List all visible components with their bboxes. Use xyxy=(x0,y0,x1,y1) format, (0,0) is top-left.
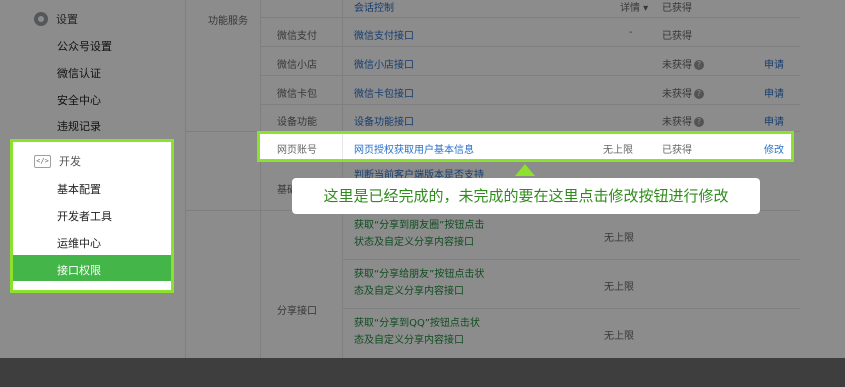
limit-text: 无上限 xyxy=(604,331,634,342)
divider xyxy=(260,75,800,76)
help-icon[interactable]: ? xyxy=(694,60,704,70)
type-wechat-pay: 微信支付 xyxy=(277,31,317,42)
settings-group: 设置 xyxy=(34,11,78,27)
apply-button[interactable]: 申请 xyxy=(764,56,784,71)
sidebar-item-account-settings[interactable]: 公众号设置 xyxy=(57,38,112,54)
group-function-services: 功能服务 xyxy=(208,16,248,27)
api-share-moments[interactable]: 获取“分享到朋友圈”按钮点击 状态及自定义分享内容接口 xyxy=(354,217,484,251)
limit-text: 无上限 xyxy=(604,233,634,244)
api-session-control[interactable]: 会话控制 xyxy=(354,0,394,14)
api-wechat-store[interactable]: 微信小店接口 xyxy=(354,56,414,71)
highlight-frame-row xyxy=(257,131,794,162)
divider xyxy=(260,17,800,18)
overlay-bottom xyxy=(0,358,845,387)
sidebar-item-security[interactable]: 安全中心 xyxy=(57,92,101,108)
divider xyxy=(260,104,800,105)
highlight-frame-sidebar xyxy=(10,139,174,293)
api-share-qq[interactable]: 获取“分享到QQ”按钮点击状 态及自定义分享内容接口 xyxy=(354,315,480,349)
limit-text: 无上限 xyxy=(604,282,634,293)
limit-text: - xyxy=(629,27,633,38)
guide-tooltip: 这里是已经完成的，未完成的要在这里点击修改按钮进行修改 xyxy=(292,178,760,214)
type-device: 设备功能 xyxy=(277,117,317,128)
sidebar-item-verification[interactable]: 微信认证 xyxy=(57,65,101,81)
divider xyxy=(342,259,800,260)
group-share: 分享接口 xyxy=(277,306,317,317)
status-text: 未获得? xyxy=(662,85,704,100)
settings-label: 设置 xyxy=(56,13,78,26)
details-dropdown[interactable]: 详情 ▾ xyxy=(620,0,648,14)
sidebar-item-violations[interactable]: 违规记录 xyxy=(57,118,101,134)
status-text: 已获得 xyxy=(662,31,692,42)
status-text: 未获得? xyxy=(662,56,704,71)
type-wechat-card: 微信卡包 xyxy=(277,89,317,100)
status-text: 已获得 xyxy=(662,3,692,14)
status-text: 未获得? xyxy=(662,113,704,128)
type-wechat-store: 微信小店 xyxy=(277,60,317,71)
divider xyxy=(260,0,261,387)
help-icon[interactable]: ? xyxy=(694,89,704,99)
divider xyxy=(342,308,800,309)
api-share-friend[interactable]: 获取“分享给朋友”按钮点击状 态及自定义分享内容接口 xyxy=(354,266,484,300)
tooltip-arrow xyxy=(515,164,535,176)
api-wechat-pay[interactable]: 微信支付接口 xyxy=(354,27,414,42)
apply-button[interactable]: 申请 xyxy=(764,85,784,100)
divider xyxy=(260,46,800,47)
apply-button[interactable]: 申请 xyxy=(764,113,784,128)
api-wechat-card[interactable]: 微信卡包接口 xyxy=(354,85,414,100)
api-device[interactable]: 设备功能接口 xyxy=(354,113,414,128)
help-icon[interactable]: ? xyxy=(694,117,704,127)
gear-icon xyxy=(34,12,48,26)
